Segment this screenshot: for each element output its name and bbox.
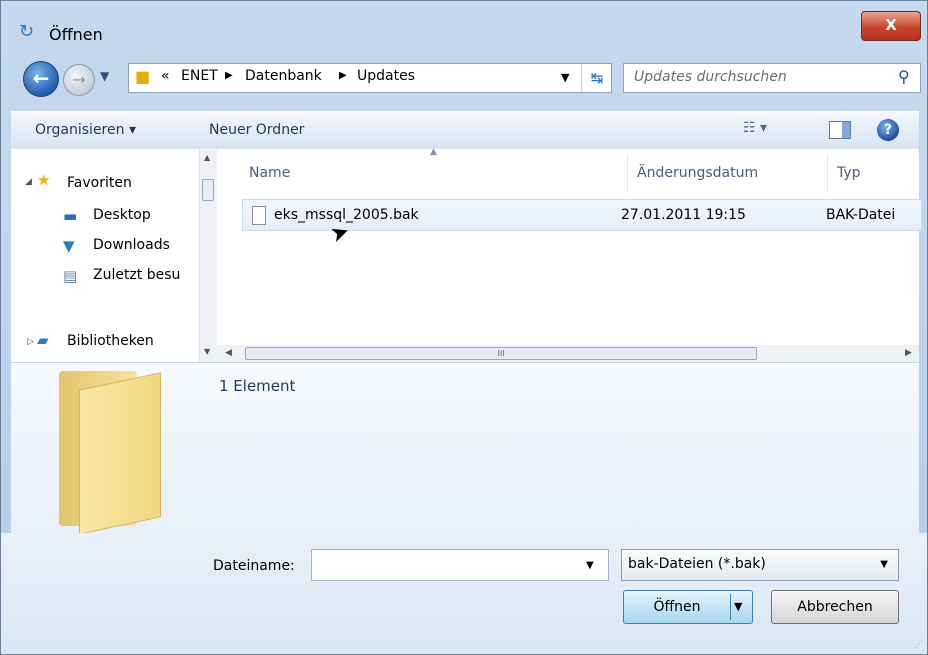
- folder-icon: ■: [135, 67, 151, 86]
- open-button[interactable]: Öffnen ▼: [623, 590, 753, 624]
- search-placeholder: Updates durchsuchen: [634, 69, 787, 85]
- file-type-value: bak-Dateien (*.bak): [628, 556, 766, 572]
- filename-label: Dateiname:: [213, 558, 295, 574]
- details-pane: 1 Element: [11, 363, 919, 535]
- navigation-pane[interactable]: ◢ ★ Favoriten ▬ Desktop ▼ Downloads ▤ Zu…: [11, 149, 217, 362]
- column-header-name[interactable]: Name: [249, 165, 290, 181]
- scroll-thumb[interactable]: [202, 179, 214, 201]
- back-arrow-icon: ←: [32, 66, 50, 90]
- nav-item-recent[interactable]: Zuletzt besu: [93, 267, 180, 283]
- open-button-label[interactable]: Öffnen: [624, 591, 730, 623]
- nav-item-bibliotheken[interactable]: Bibliotheken: [67, 333, 154, 349]
- organize-button[interactable]: Organisieren ▾: [35, 122, 136, 138]
- column-header-date[interactable]: Änderungsdatum: [637, 165, 758, 181]
- scroll-down-icon[interactable]: ▼: [204, 347, 210, 356]
- open-file-dialog: ↻ Öffnen X ← → ▼ ■ « ENET ▶ Datenbank ▶ …: [0, 0, 928, 655]
- nav-vertical-scrollbar[interactable]: ▲ ▼: [199, 149, 217, 362]
- file-date: 27.01.2011 19:15: [621, 207, 746, 223]
- sort-ascending-icon: ▲: [430, 147, 437, 157]
- scroll-left-icon[interactable]: ◀: [225, 348, 232, 358]
- breadcrumb-arrow-icon[interactable]: ▶: [225, 70, 233, 81]
- dialog-footer: Dateiname: ▼ bak-Dateien (*.bak) ▼ Öffne…: [1, 533, 927, 654]
- expand-arrow-icon[interactable]: ▷: [27, 337, 34, 347]
- file-icon: [252, 206, 266, 225]
- recent-locations-dropdown-icon[interactable]: ▼: [100, 69, 109, 83]
- nav-item-favoriten[interactable]: Favoriten: [67, 175, 132, 191]
- downloads-folder-icon: ▼: [63, 237, 75, 255]
- chevron-down-icon[interactable]: ▼: [880, 559, 888, 570]
- back-button[interactable]: ←: [23, 61, 59, 97]
- nav-item-downloads[interactable]: Downloads: [93, 237, 170, 253]
- filename-dropdown-icon[interactable]: ▼: [586, 560, 594, 571]
- nav-item-desktop[interactable]: Desktop: [93, 207, 151, 223]
- filename-field[interactable]: [311, 549, 609, 581]
- file-name[interactable]: eks_mssql_2005.bak: [274, 207, 419, 223]
- breadcrumb-overflow[interactable]: «: [161, 68, 170, 84]
- star-icon: ★: [37, 171, 51, 189]
- breadcrumb-enet[interactable]: ENET: [181, 68, 218, 84]
- column-divider[interactable]: [627, 155, 628, 193]
- breadcrumb-arrow-icon[interactable]: ▶: [339, 70, 347, 81]
- file-type: BAK-Datei: [826, 207, 896, 223]
- libraries-icon: ▰: [37, 331, 49, 349]
- resize-grip-icon[interactable]: ⋰: [914, 640, 923, 650]
- search-input[interactable]: Updates durchsuchen ⚲: [623, 63, 921, 93]
- split-divider: [730, 594, 731, 620]
- desktop-icon: ▬: [63, 207, 78, 225]
- recent-places-icon: ▤: [63, 267, 78, 285]
- breadcrumb-updates[interactable]: Updates: [357, 68, 415, 84]
- file-type-select[interactable]: bak-Dateien (*.bak) ▼: [621, 549, 899, 581]
- forward-arrow-icon: →: [72, 70, 86, 89]
- scroll-up-icon[interactable]: ▲: [204, 153, 210, 162]
- large-folder-front-icon: [79, 372, 161, 535]
- title-bar[interactable]: ↻ Öffnen X: [1, 1, 927, 44]
- search-icon[interactable]: ⚲: [898, 67, 910, 86]
- file-horizontal-scrollbar[interactable]: ◀ III ▶: [217, 345, 919, 362]
- browser-area: ◢ ★ Favoriten ▬ Desktop ▼ Downloads ▤ Zu…: [11, 147, 922, 363]
- refresh-arrows-icon: ↻: [19, 21, 35, 42]
- cancel-button[interactable]: Abbrechen: [771, 590, 899, 624]
- new-folder-button[interactable]: Neuer Ordner: [209, 122, 304, 138]
- close-button[interactable]: X: [861, 11, 921, 41]
- open-options-dropdown-icon[interactable]: ▼: [734, 600, 742, 613]
- item-count: 1 Element: [219, 377, 296, 395]
- collapse-arrow-icon[interactable]: ◢: [25, 177, 32, 187]
- address-dropdown-icon[interactable]: ▼: [561, 71, 569, 84]
- breadcrumb-datenbank[interactable]: Datenbank: [245, 68, 322, 84]
- column-divider[interactable]: [827, 155, 828, 193]
- help-icon[interactable]: ?: [877, 119, 899, 141]
- preview-pane-icon[interactable]: [829, 121, 851, 139]
- address-bar[interactable]: ■ « ENET ▶ Datenbank ▶ Updates ▼ ↹: [128, 63, 612, 93]
- column-header-type[interactable]: Typ: [837, 165, 861, 181]
- refresh-icon[interactable]: ↹: [581, 64, 612, 92]
- scroll-thumb[interactable]: III: [245, 347, 757, 360]
- forward-button[interactable]: →: [63, 64, 95, 96]
- change-view-icon[interactable]: ☷ ▾: [743, 120, 767, 136]
- scroll-right-icon[interactable]: ▶: [905, 348, 912, 358]
- file-list[interactable]: ▲ Name Änderungsdatum Typ eks_mssql_2005…: [217, 147, 922, 362]
- window-title: Öffnen: [49, 25, 103, 44]
- command-bar: Organisieren ▾ Neuer Ordner ☷ ▾ ?: [11, 111, 919, 151]
